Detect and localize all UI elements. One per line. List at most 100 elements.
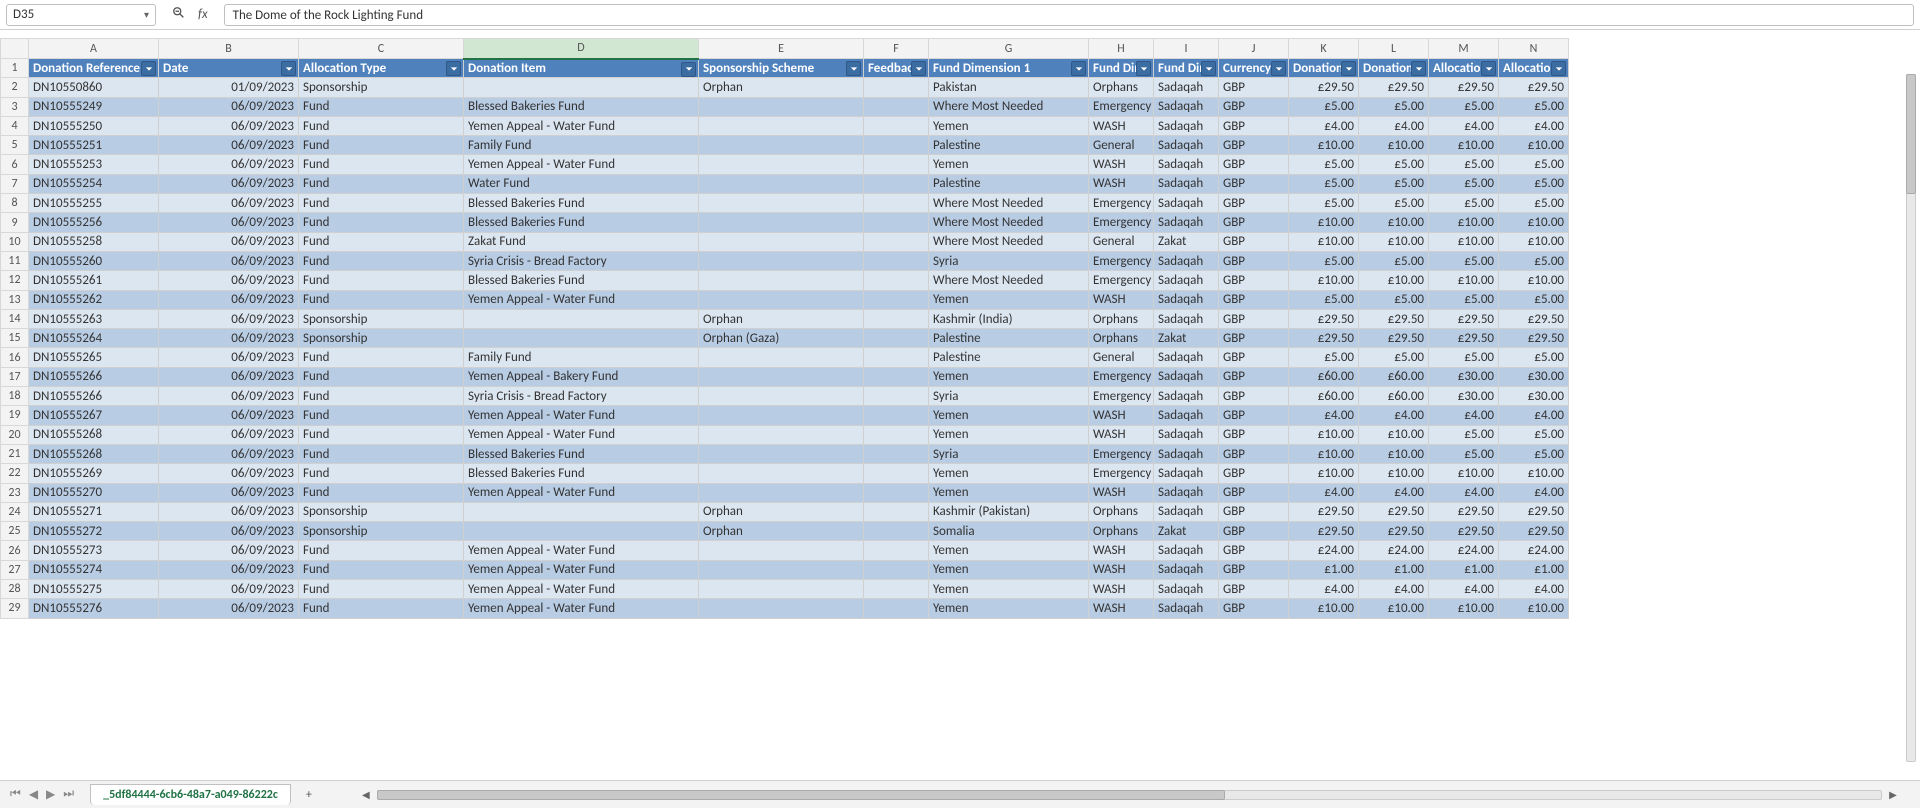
cell[interactable] <box>864 560 929 579</box>
cell[interactable]: DN10555268 <box>29 444 159 463</box>
cell[interactable]: £29.50 <box>1359 502 1429 521</box>
cell[interactable]: £10.00 <box>1289 464 1359 483</box>
cell[interactable]: 06/09/2023 <box>159 348 299 367</box>
column-header[interactable]: N <box>1499 39 1569 59</box>
cell[interactable]: Yemen <box>929 464 1089 483</box>
cell[interactable]: Sadaqah <box>1154 541 1219 560</box>
cell[interactable]: 06/09/2023 <box>159 425 299 444</box>
cell[interactable]: Fund <box>299 425 464 444</box>
cell[interactable]: £1.00 <box>1429 560 1499 579</box>
cell[interactable]: £5.00 <box>1429 348 1499 367</box>
cell[interactable]: £5.00 <box>1499 97 1569 116</box>
cell[interactable]: GBP <box>1219 116 1289 135</box>
cell[interactable]: Blessed Bakeries Fund <box>464 444 699 463</box>
cell[interactable]: Fund <box>299 251 464 270</box>
cell[interactable]: £5.00 <box>1499 155 1569 174</box>
cell[interactable] <box>699 136 864 155</box>
row-header[interactable]: 19 <box>1 406 29 425</box>
cell[interactable]: GBP <box>1219 271 1289 290</box>
cell[interactable]: GBP <box>1219 560 1289 579</box>
cell[interactable]: GBP <box>1219 541 1289 560</box>
cell[interactable] <box>864 464 929 483</box>
cell[interactable]: 06/09/2023 <box>159 444 299 463</box>
scrollbar-thumb[interactable] <box>377 790 1225 800</box>
cell[interactable]: £10.00 <box>1289 444 1359 463</box>
cell[interactable]: Sadaqah <box>1154 97 1219 116</box>
cell[interactable]: £10.00 <box>1289 136 1359 155</box>
cell[interactable]: Kashmir (Pakistan) <box>929 502 1089 521</box>
filter-dropdown-icon[interactable] <box>1411 61 1426 76</box>
sheet-nav-last-icon[interactable]: ⏭ <box>61 785 76 804</box>
cell[interactable]: £4.00 <box>1499 406 1569 425</box>
cell[interactable] <box>699 444 864 463</box>
fx-icon[interactable]: fx <box>198 7 208 22</box>
cell[interactable] <box>864 541 929 560</box>
cell[interactable]: £4.00 <box>1359 116 1429 135</box>
cell[interactable]: £5.00 <box>1289 174 1359 193</box>
cell[interactable]: Pakistan <box>929 78 1089 97</box>
cell[interactable]: £29.50 <box>1359 522 1429 541</box>
cell[interactable]: £4.00 <box>1289 116 1359 135</box>
cell[interactable]: GBP <box>1219 580 1289 599</box>
cell[interactable]: Blessed Bakeries Fund <box>464 464 699 483</box>
cell[interactable]: Fund <box>299 348 464 367</box>
cell[interactable] <box>699 599 864 618</box>
cell[interactable]: Syria <box>929 444 1089 463</box>
cell[interactable]: Sadaqah <box>1154 464 1219 483</box>
cell[interactable] <box>864 425 929 444</box>
cell[interactable]: Sadaqah <box>1154 444 1219 463</box>
cell[interactable]: 06/09/2023 <box>159 213 299 232</box>
cell[interactable]: £10.00 <box>1429 213 1499 232</box>
column-header[interactable]: D <box>464 39 699 59</box>
cell[interactable]: 06/09/2023 <box>159 406 299 425</box>
cell[interactable]: £1.00 <box>1359 560 1429 579</box>
cell[interactable]: GBP <box>1219 502 1289 521</box>
cell[interactable]: Fund <box>299 406 464 425</box>
column-header[interactable]: K <box>1289 39 1359 59</box>
cell[interactable]: Emergency <box>1089 367 1154 386</box>
cell[interactable] <box>464 502 699 521</box>
cell[interactable]: £10.00 <box>1359 136 1429 155</box>
cell[interactable]: Zakat Fund <box>464 232 699 251</box>
column-header[interactable]: C <box>299 39 464 59</box>
cell[interactable] <box>699 213 864 232</box>
cell[interactable]: £10.00 <box>1499 271 1569 290</box>
cell[interactable] <box>864 309 929 328</box>
sheet-nav-next-icon[interactable]: ▶ <box>44 785 57 804</box>
cell[interactable] <box>699 251 864 270</box>
table-header-cell[interactable]: Donation Reference <box>29 59 159 78</box>
cell[interactable]: DN10555275 <box>29 580 159 599</box>
cell[interactable]: Fund <box>299 155 464 174</box>
cell[interactable]: GBP <box>1219 194 1289 213</box>
filter-dropdown-icon[interactable] <box>1071 61 1086 76</box>
cell[interactable]: Orphan <box>699 502 864 521</box>
cell[interactable]: £10.00 <box>1359 232 1429 251</box>
cell[interactable]: £10.00 <box>1289 599 1359 618</box>
cell[interactable]: £5.00 <box>1359 155 1429 174</box>
cell[interactable]: Palestine <box>929 174 1089 193</box>
table-header-cell[interactable]: Fund Dimension 1 <box>929 59 1089 78</box>
cell[interactable]: GBP <box>1219 483 1289 502</box>
cell[interactable]: Blessed Bakeries Fund <box>464 271 699 290</box>
row-header[interactable]: 17 <box>1 367 29 386</box>
cell[interactable]: £60.00 <box>1289 367 1359 386</box>
cell[interactable]: GBP <box>1219 213 1289 232</box>
add-sheet-button[interactable]: + <box>299 785 319 805</box>
cell[interactable]: Sponsorship <box>299 309 464 328</box>
cell[interactable] <box>699 483 864 502</box>
cell[interactable]: 06/09/2023 <box>159 580 299 599</box>
cell[interactable]: £5.00 <box>1429 290 1499 309</box>
cell[interactable] <box>864 290 929 309</box>
cell[interactable]: DN10550860 <box>29 78 159 97</box>
cell[interactable] <box>864 213 929 232</box>
cell[interactable]: DN10555263 <box>29 309 159 328</box>
cell[interactable]: £4.00 <box>1359 406 1429 425</box>
row-header[interactable]: 4 <box>1 116 29 135</box>
cell[interactable]: DN10555251 <box>29 136 159 155</box>
cell[interactable]: DN10555265 <box>29 348 159 367</box>
cell[interactable]: Sadaqah <box>1154 251 1219 270</box>
cell[interactable] <box>864 155 929 174</box>
cell[interactable] <box>464 309 699 328</box>
cell[interactable]: Fund <box>299 271 464 290</box>
cell[interactable]: WASH <box>1089 406 1154 425</box>
